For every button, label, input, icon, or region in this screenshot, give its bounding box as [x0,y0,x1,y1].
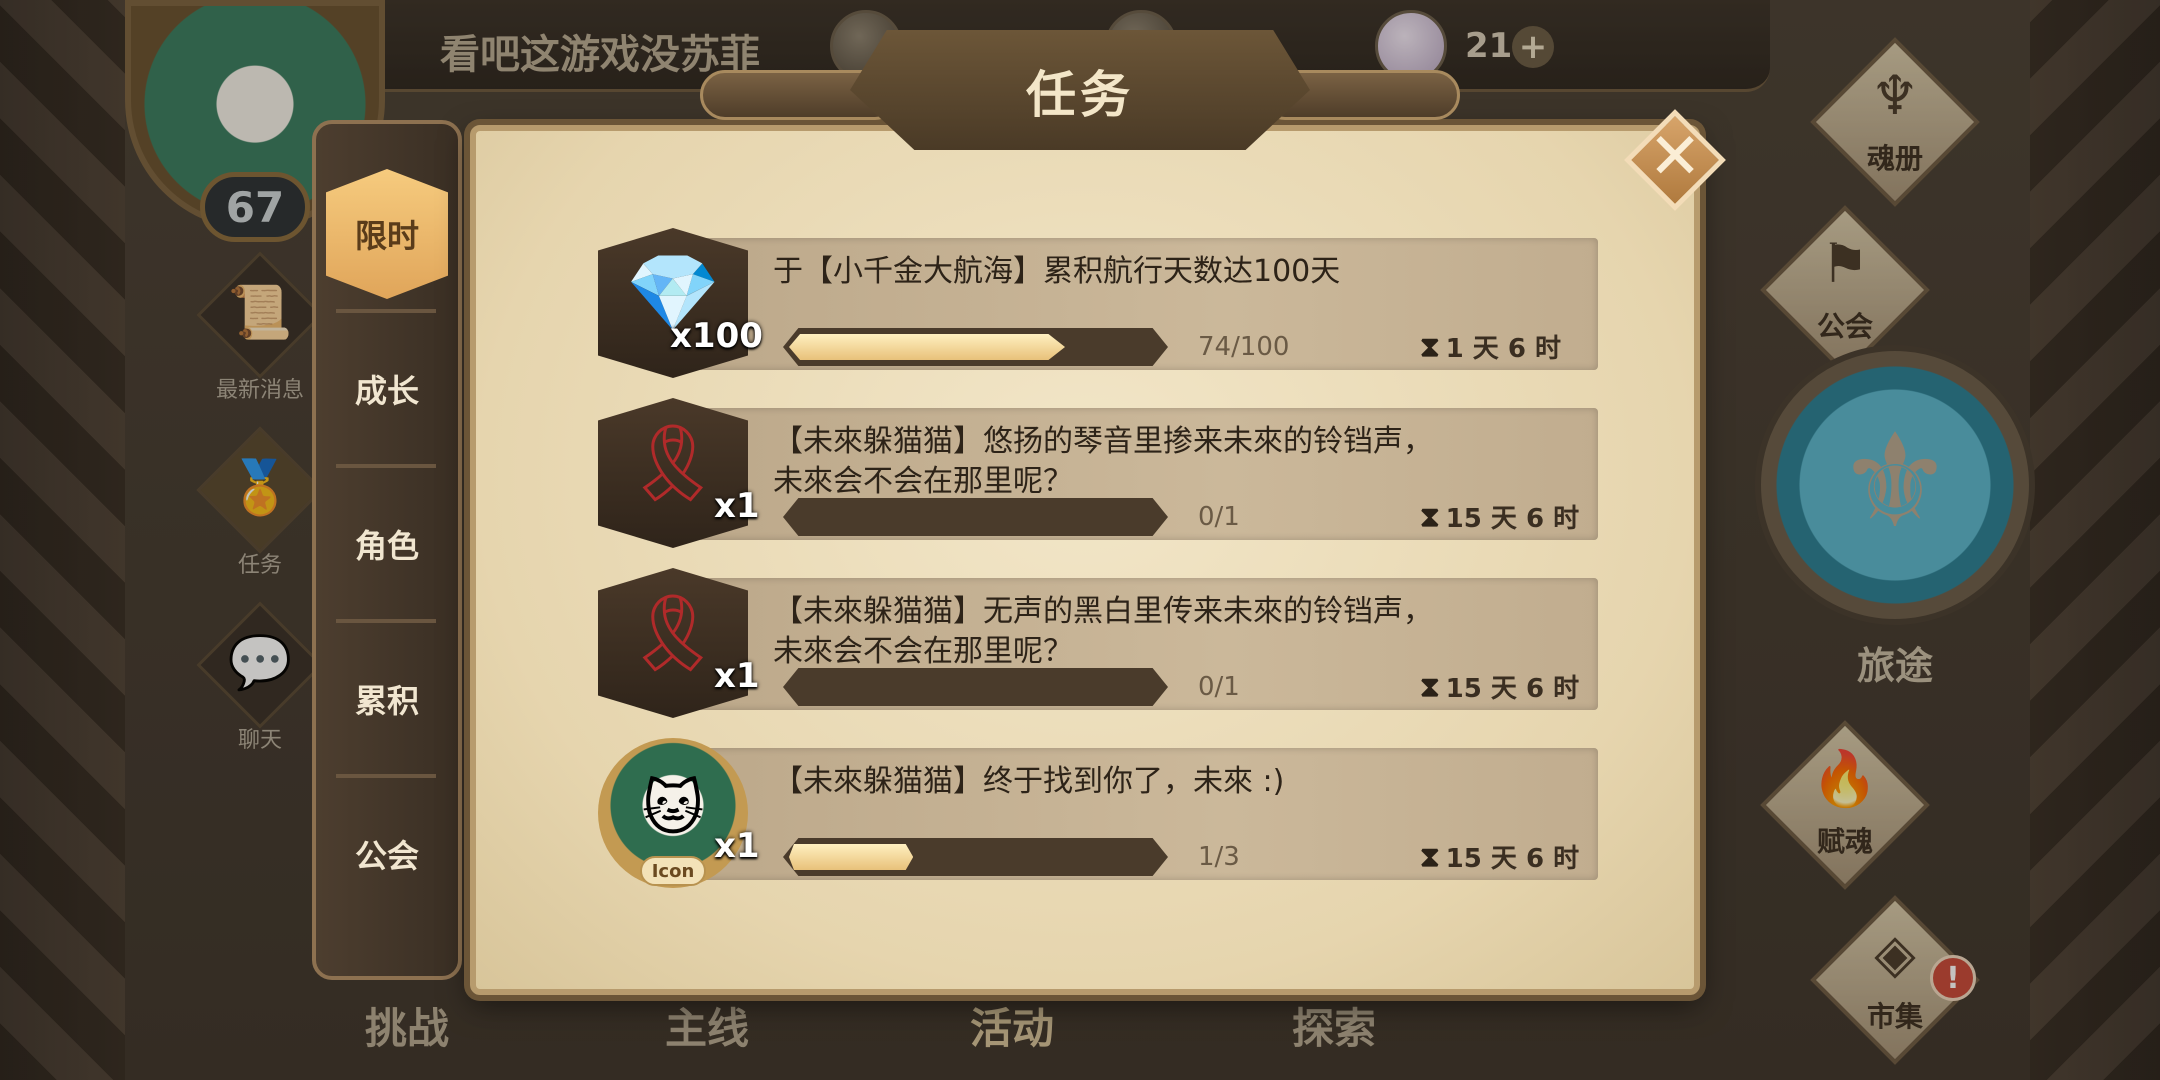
time-left: ⧗ 15 天 6 时 [1420,668,1579,705]
reward-count: x1 [714,826,760,866]
quest-description: 【未來躲猫猫】悠扬的琴音里掺来未來的铃铛声， 未來会不会在那里呢？ [773,422,1553,502]
quest-row: 🎗 x1 【未來躲猫猫】无声的黑白里传来未來的铃铛声， 未來会不会在那里呢？ 0… [598,568,1598,718]
progress-text: 1/3 [1198,842,1240,872]
time-left-text: 1 天 6 时 [1445,334,1561,364]
reward-count: x1 [714,656,760,696]
tab-limited[interactable]: 限时 [326,169,448,299]
tab-character[interactable]: 角色 [326,479,448,609]
quest-description: 【未來躲猫猫】无声的黑白里传来未來的铃铛声， 未來会不会在那里呢？ [773,592,1553,672]
reward-count: x1 [714,486,760,526]
progress-fill [789,844,914,870]
quest-description: 【未來躲猫猫】终于找到你了，未來 :) [773,762,1553,802]
quest-desc-line2: 未來会不会在那里呢？ [773,634,1073,669]
tab-guild[interactable]: 公会 [326,789,448,919]
time-left-text: 15 天 6 时 [1445,504,1580,534]
hourglass-icon: ⧗ [1420,839,1440,873]
tab-accumulate[interactable]: 累积 [326,634,448,764]
quest-desc-line1: 于【小千金大航海】累积航行天数达100天 [773,254,1341,289]
time-left: ⧗ 15 天 6 时 [1420,838,1579,875]
tab-growth[interactable]: 成长 [326,324,448,454]
tab-divider [336,464,436,468]
quest-row: 💎 x100 于【小千金大航海】累积航行天数达100天 74/100 ⧗ 1 天… [598,228,1598,378]
progress-bar [783,498,1168,536]
time-left-text: 15 天 6 时 [1445,674,1580,704]
reward-count: x100 [670,316,763,356]
panel-title: 任务 [1026,66,1134,124]
panel-title-plate: 任务 [700,20,1460,150]
hourglass-icon: ⧗ [1420,329,1440,363]
hourglass-icon: ⧗ [1420,669,1440,703]
quest-row: 🎗 x1 【未來躲猫猫】悠扬的琴音里掺来未來的铃铛声， 未來会不会在那里呢？ 0… [598,398,1598,548]
time-left: ⧗ 15 天 6 时 [1420,498,1579,535]
quest-desc-line2: 未來会不会在那里呢？ [773,464,1073,499]
close-icon: ✕ [1648,120,1702,194]
time-left: ⧗ 1 天 6 时 [1420,328,1561,365]
progress-text: 0/1 [1198,502,1240,532]
tab-divider [336,309,436,313]
quest-desc-line1: 【未來躲猫猫】无声的黑白里传来未來的铃铛声， [773,594,1433,629]
task-category-tabs: 限时 成长 角色 累积 公会 [312,120,462,980]
progress-text: 0/1 [1198,672,1240,702]
quest-row: 🐱 Icon x1 【未來躲猫猫】终于找到你了，未來 :) 1/3 ⧗ 15 天… [598,738,1598,888]
progress-bar [783,328,1168,366]
close-button[interactable]: ✕ [1624,109,1726,211]
tab-divider [336,774,436,778]
quest-desc-line1: 【未來躲猫猫】终于找到你了，未來 :) [773,764,1285,799]
reward-type-tag: Icon [640,856,706,886]
hourglass-icon: ⧗ [1420,499,1440,533]
progress-bar [783,668,1168,706]
progress-bar [783,838,1168,876]
progress-fill [789,334,1066,360]
quest-desc-line1: 【未來躲猫猫】悠扬的琴音里掺来未來的铃铛声， [773,424,1433,459]
progress-text: 74/100 [1198,332,1290,362]
time-left-text: 15 天 6 时 [1445,844,1580,874]
tab-divider [336,619,436,623]
quest-description: 于【小千金大航海】累积航行天数达100天 [773,252,1553,292]
